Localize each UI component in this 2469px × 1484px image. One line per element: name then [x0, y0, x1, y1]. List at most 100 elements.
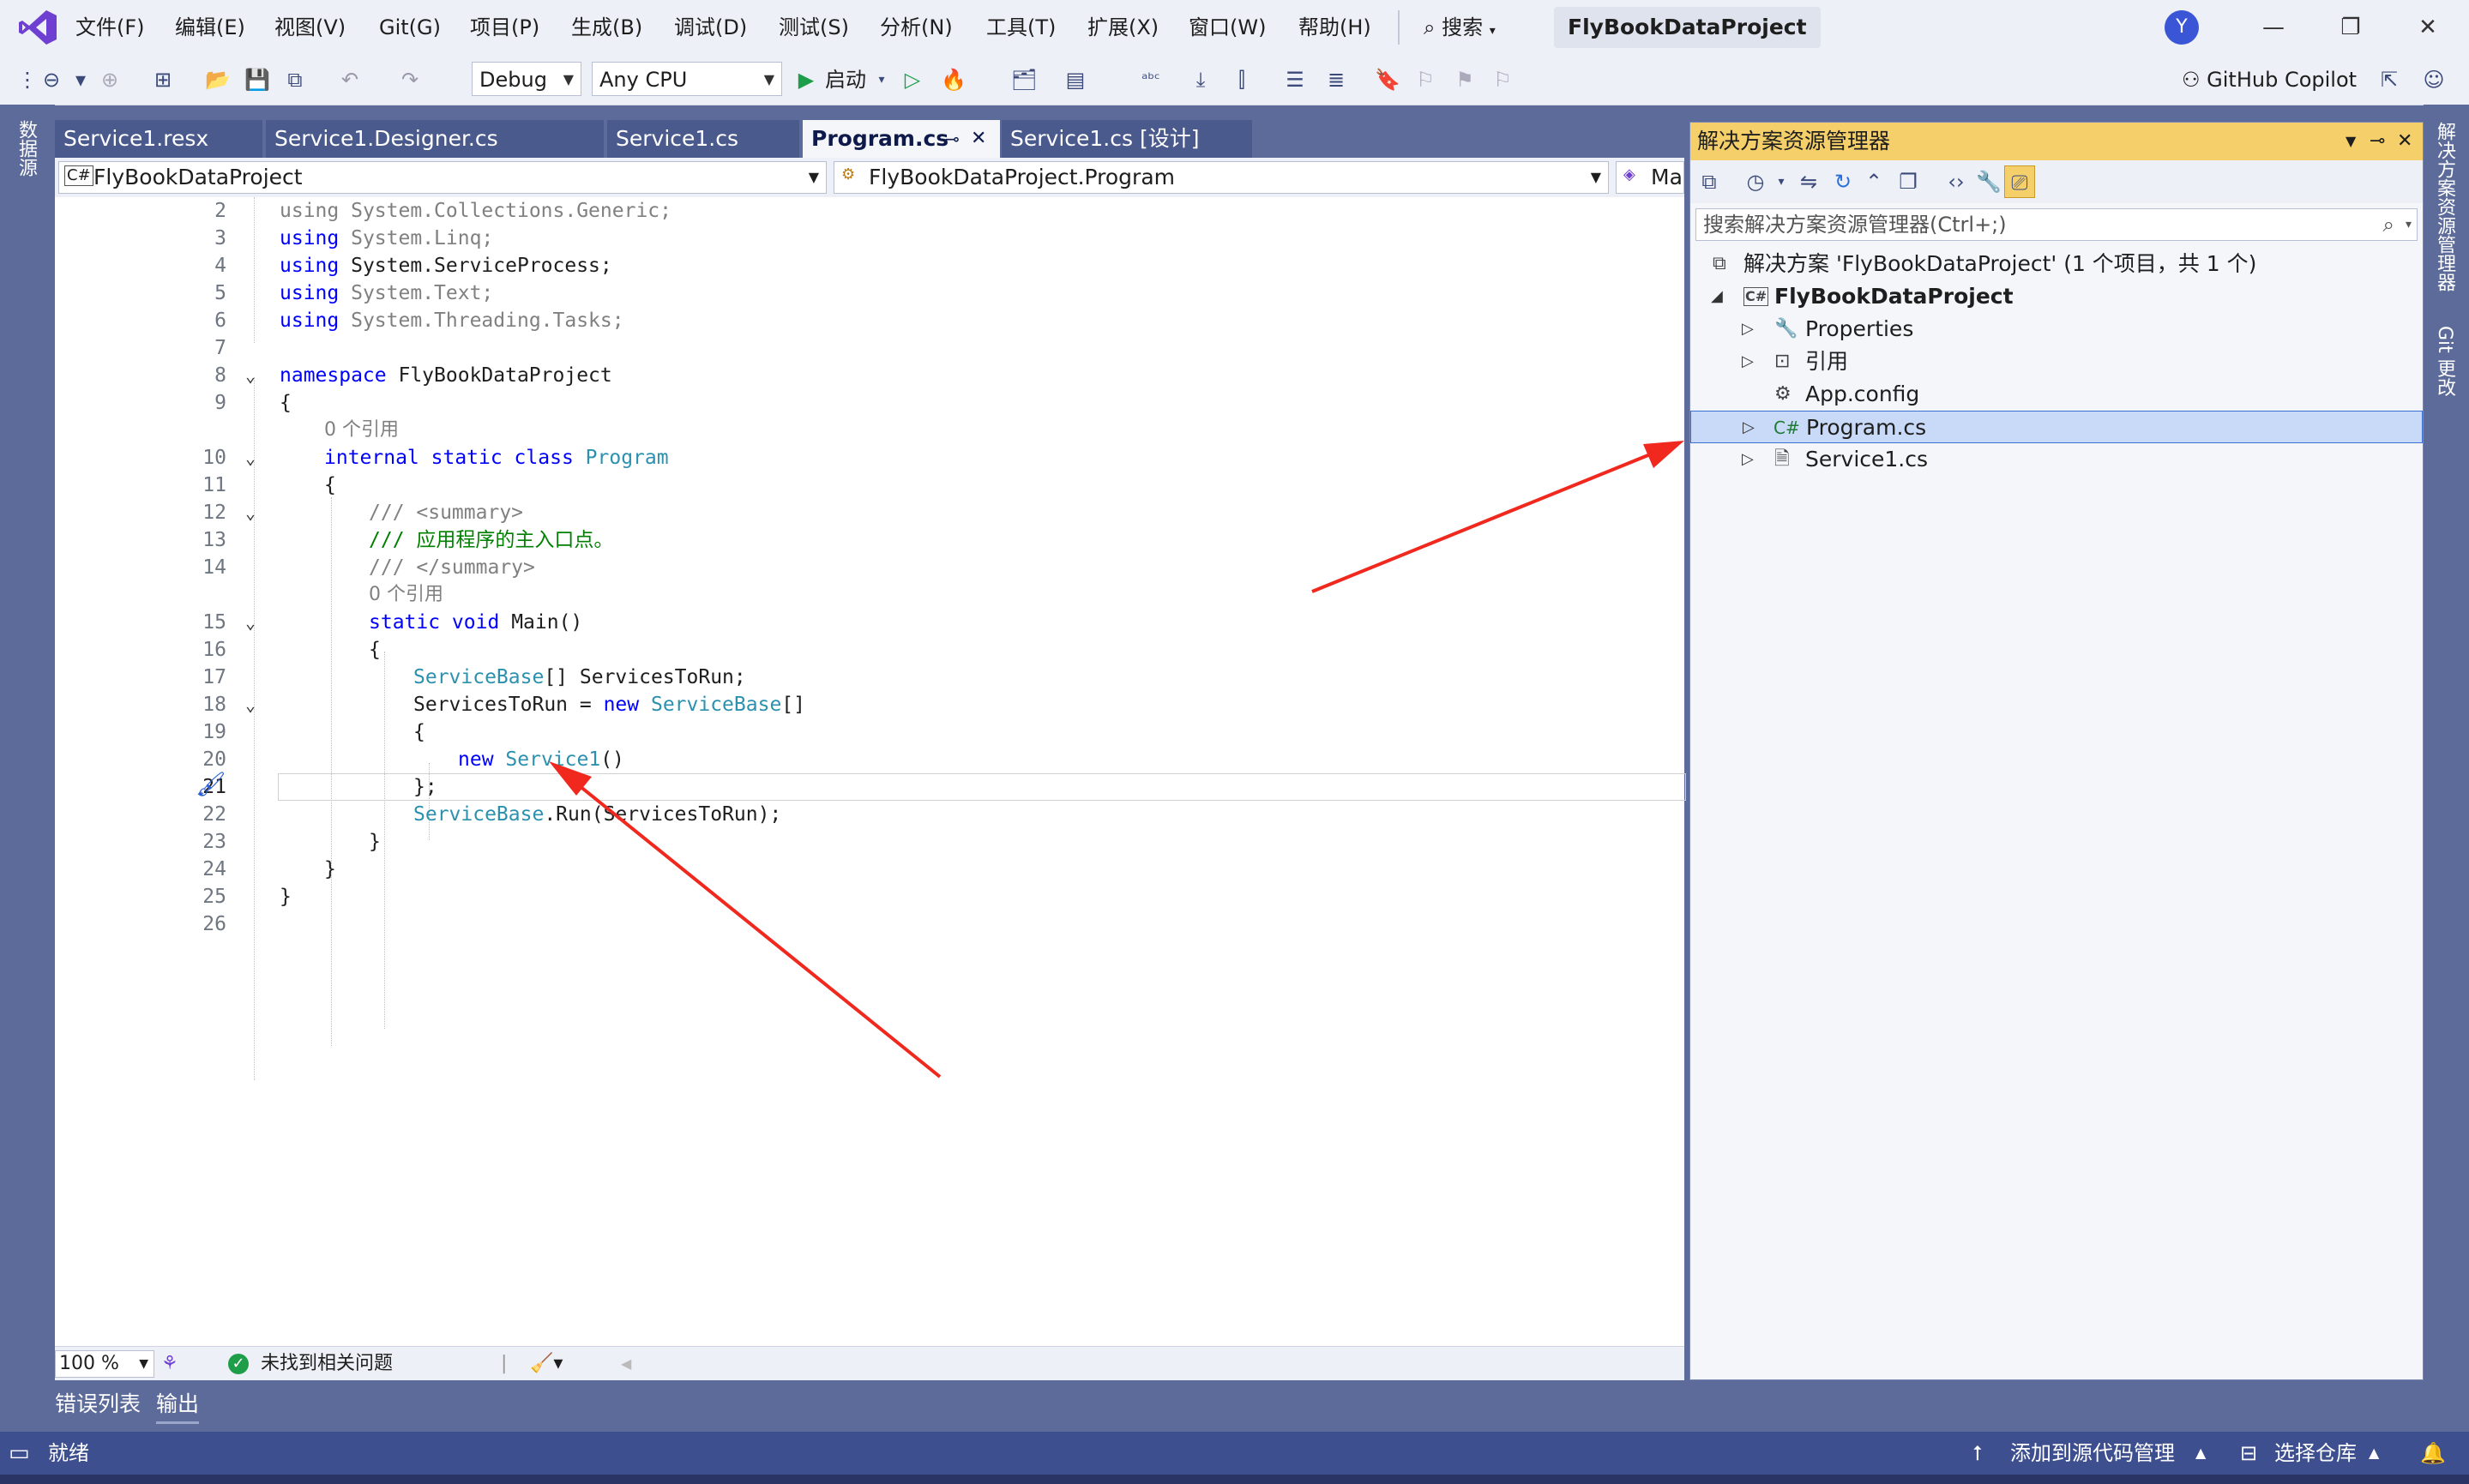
issues-status[interactable]: 未找到相关问题: [261, 1347, 393, 1381]
bookmark-icon[interactable]: 🔖: [1372, 63, 1403, 96]
tab-service1-resx[interactable]: Service1.resx: [55, 120, 262, 158]
restore-button[interactable]: ❐: [2312, 0, 2389, 55]
show-all-files-icon[interactable]: ❐: [1893, 165, 1924, 198]
codelens-references[interactable]: 0 个引用: [55, 581, 1684, 609]
collapsed-triangle-icon[interactable]: ▷: [1742, 313, 1754, 345]
avatar[interactable]: Y: [2165, 10, 2199, 45]
close-icon[interactable]: ✕: [2397, 123, 2412, 160]
class-dropdown[interactable]: ⚙ FlyBookDataProject.Program ▼: [834, 161, 1609, 194]
open-folder-icon[interactable]: 📂: [202, 63, 233, 96]
uncomment-icon[interactable]: ≣: [1321, 63, 1352, 96]
view-code-icon[interactable]: ‹›: [1941, 165, 1972, 198]
layout-icon[interactable]: ▤: [1060, 63, 1091, 96]
scroll-left-icon[interactable]: ◀: [621, 1347, 631, 1381]
fold-chevron-icon[interactable]: ⌄: [245, 691, 256, 718]
play-icon[interactable]: ▶: [791, 63, 822, 96]
intellicode-icon[interactable]: ⚘: [161, 1347, 178, 1381]
expanded-triangle-icon[interactable]: ◢: [1711, 280, 1723, 313]
tab-service1-designer-cs[interactable]: Service1.Designer.cs: [266, 120, 604, 158]
menu-git[interactable]: Git(G): [379, 0, 441, 55]
start-without-debugging-icon[interactable]: ▷: [897, 63, 928, 96]
solution-explorer-search-input[interactable]: 搜索解决方案资源管理器(Ctrl+;) ⌕ ▾: [1695, 208, 2418, 241]
project-name-badge[interactable]: FlyBookDataProject: [1554, 7, 1821, 48]
solution-folder-icon[interactable]: 🗂: [1009, 63, 1039, 96]
back-icon[interactable]: ⊖: [36, 63, 67, 96]
step-icon[interactable]: ⤓: [1185, 63, 1216, 96]
collapsed-triangle-icon[interactable]: ▷: [1743, 412, 1755, 444]
sync-icon[interactable]: ⇋: [1793, 165, 1824, 198]
menu-view[interactable]: 视图(V): [274, 0, 346, 55]
chevron-down-icon[interactable]: ▼: [2346, 123, 2356, 160]
tab-program-cs[interactable]: Program.cs ⊸ ✕: [803, 120, 1000, 158]
tree-item-app-config[interactable]: ⚙ App.config: [1690, 378, 2423, 411]
menu-edit[interactable]: 编辑(E): [175, 0, 245, 55]
visual-studio-logo-icon[interactable]: [17, 9, 58, 46]
tab-output[interactable]: 输出: [156, 1387, 200, 1424]
fold-chevron-icon[interactable]: ⌄: [245, 499, 256, 526]
project-dropdown[interactable]: C# FlyBookDataProject ▼: [58, 161, 827, 194]
tab-service1-cs-design[interactable]: Service1.cs [设计]: [1002, 120, 1252, 158]
fold-chevron-icon[interactable]: ⌄: [245, 444, 256, 472]
menu-extensions[interactable]: 扩展(X): [1087, 0, 1159, 55]
configuration-select[interactable]: Debug ▼: [472, 62, 581, 96]
tab-error-list[interactable]: 错误列表: [55, 1387, 141, 1421]
prev-bookmark-icon[interactable]: ⚐: [1410, 63, 1441, 96]
hot-reload-icon[interactable]: 🔥: [938, 63, 969, 96]
pin-icon[interactable]: ⊸: [2370, 123, 2385, 160]
codelens-references[interactable]: 0 个引用: [55, 417, 1684, 444]
data-sources-tab[interactable]: 数据源: [14, 120, 39, 177]
fold-chevron-icon[interactable]: ⌄: [245, 609, 256, 636]
clear-bookmarks-icon[interactable]: ⚐: [1487, 63, 1518, 96]
menu-build[interactable]: 生成(B): [571, 0, 642, 55]
menu-file[interactable]: 文件(F): [75, 0, 145, 55]
tree-item-program-cs[interactable]: ▷ C# Program.cs: [1690, 411, 2423, 443]
refresh-icon[interactable]: ↻: [1828, 165, 1858, 198]
quick-actions-brush-icon[interactable]: 🖌: [196, 770, 226, 798]
solution-explorer-side-tab[interactable]: 解决方案资源管理器: [2432, 122, 2458, 291]
chevron-down-icon[interactable]: ▾: [65, 63, 96, 96]
properties-wrench-icon[interactable]: 🔧: [1973, 165, 2004, 198]
new-item-icon[interactable]: ⊞: [148, 63, 178, 96]
menu-analyze[interactable]: 分析(N): [880, 0, 953, 55]
preview-selected-icon[interactable]: ⎚: [2004, 165, 2035, 198]
switch-views-icon[interactable]: ⧉: [1694, 165, 1725, 198]
start-debugging-button[interactable]: 启动: [825, 63, 866, 96]
undo-icon[interactable]: ↶: [334, 63, 365, 96]
notification-icon[interactable]: ▭: [9, 1432, 30, 1475]
fold-chevron-icon[interactable]: ⌄: [245, 362, 256, 389]
code-editor[interactable]: 2 using System.Collections.Generic; 3 usin…: [55, 197, 1686, 1346]
search-button[interactable]: ⌕ 搜索 ▾: [1424, 9, 1496, 46]
collapsed-triangle-icon[interactable]: ▷: [1742, 345, 1754, 378]
feedback-icon[interactable]: ☺: [2418, 63, 2449, 96]
git-changes-side-tab[interactable]: Git 更改: [2432, 326, 2458, 397]
minimize-button[interactable]: —: [2235, 0, 2312, 55]
zoom-select[interactable]: 100 % ▼: [55, 1350, 154, 1378]
add-to-source-control-button[interactable]: 添加到源代码管理: [2010, 1432, 2175, 1475]
save-icon[interactable]: 💾: [242, 63, 273, 96]
share-icon[interactable]: ⇱: [2374, 63, 2405, 96]
code-cleanup-icon[interactable]: 🧹▾: [530, 1347, 563, 1381]
member-dropdown[interactable]: ◈ Mai: [1616, 161, 1684, 194]
spellcheck-icon[interactable]: ᵃᵇᶜ: [1135, 63, 1166, 96]
select-repository-button[interactable]: 选择仓库: [2274, 1432, 2357, 1475]
menu-test[interactable]: 测试(S): [779, 0, 849, 55]
tree-item-service1-cs[interactable]: ▷ 🗎 Service1.cs: [1690, 443, 2423, 476]
menu-tools[interactable]: 工具(T): [986, 0, 1056, 55]
menu-window[interactable]: 窗口(W): [1189, 0, 1266, 55]
tree-solution-node[interactable]: ⧉ 解决方案 'FlyBookDataProject' (1 个项目，共 1 个…: [1690, 248, 2423, 280]
bell-icon[interactable]: 🔔: [2420, 1432, 2446, 1475]
next-bookmark-icon[interactable]: ⚑: [1449, 63, 1480, 96]
tree-project-node[interactable]: ◢ C# FlyBookDataProject: [1690, 280, 2423, 313]
pin-icon[interactable]: ⊸: [945, 120, 960, 158]
tree-item-properties[interactable]: ▷ 🔧 Properties: [1690, 313, 2423, 345]
save-all-icon[interactable]: ⧉: [280, 63, 310, 96]
tree-item-references[interactable]: ▷ ⊡ 引用: [1690, 345, 2423, 378]
redo-icon[interactable]: ↷: [394, 63, 425, 96]
window-layout-icon[interactable]: ⫿: [1226, 63, 1257, 96]
collapse-all-icon[interactable]: ⌃: [1858, 165, 1889, 198]
comment-icon[interactable]: ☰: [1280, 63, 1310, 96]
close-button[interactable]: ✕: [2389, 0, 2466, 55]
tab-service1-cs[interactable]: Service1.cs: [607, 120, 799, 158]
menu-debug[interactable]: 调试(D): [674, 0, 747, 55]
close-icon[interactable]: ✕: [971, 120, 986, 158]
